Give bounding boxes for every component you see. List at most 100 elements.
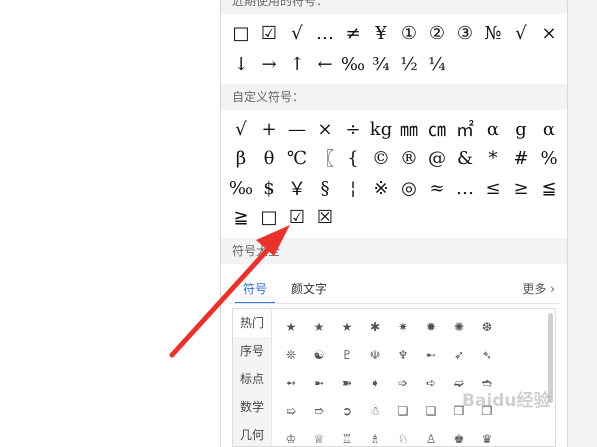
symbol-cell[interactable]: α <box>479 114 507 144</box>
library-symbol-cell[interactable]: ❑ <box>417 397 445 425</box>
symbol-cell[interactable]: α <box>535 114 563 144</box>
symbol-cell[interactable]: √ <box>507 18 535 48</box>
symbol-cell[interactable]: ↑ <box>283 49 311 79</box>
category-hot[interactable]: 热门 <box>233 309 271 337</box>
symbol-cell[interactable]: ￥ <box>283 173 311 203</box>
symbol-cell[interactable]: ≤ <box>479 173 507 203</box>
library-symbol-cell[interactable]: ✺ <box>445 313 473 341</box>
symbol-cell[interactable]: β <box>227 143 255 173</box>
symbol-cell[interactable]: © <box>367 143 395 173</box>
library-symbol-cell[interactable]: ➽ <box>333 369 361 397</box>
symbol-cell[interactable]: ℃ <box>283 143 311 173</box>
symbol-cell[interactable]: ↓ <box>227 49 255 79</box>
library-symbol-cell[interactable]: ★ <box>333 313 361 341</box>
library-symbol-cell[interactable]: ✱ <box>361 313 389 341</box>
symbol-cell[interactable]: × <box>311 114 339 144</box>
symbol-cell[interactable]: ㎜ <box>395 114 423 144</box>
symbol-cell[interactable]: ← <box>311 49 339 79</box>
symbol-cell[interactable]: § <box>311 173 339 203</box>
library-symbol-cell[interactable]: ♘ <box>389 425 417 446</box>
library-symbol-cell[interactable]: ➩ <box>389 369 417 397</box>
library-symbol-cell[interactable]: ★ <box>305 313 333 341</box>
library-symbol-cell[interactable] <box>501 425 529 446</box>
category-geometry[interactable]: 几何 <box>233 421 271 446</box>
symbol-cell[interactable]: + <box>255 114 283 144</box>
symbol-cell[interactable]: ® <box>395 143 423 173</box>
library-symbol-cell[interactable]: ♔ <box>277 425 305 446</box>
symbol-cell[interactable]: … <box>311 18 339 48</box>
library-symbol-cell[interactable]: ♗ <box>361 425 389 446</box>
symbol-cell[interactable]: ☒ <box>311 202 339 232</box>
symbol-cell[interactable]: ‰ <box>227 173 255 203</box>
symbol-cell[interactable]: ≈ <box>423 173 451 203</box>
symbol-cell[interactable]: ¼ <box>423 49 451 79</box>
library-symbol-cell[interactable]: ♛ <box>473 425 501 446</box>
library-symbol-cell[interactable]: ☯ <box>305 341 333 369</box>
symbol-cell[interactable]: * <box>479 143 507 173</box>
symbol-cell[interactable]: ◎ <box>395 173 423 203</box>
symbol-cell[interactable]: √ <box>283 18 311 48</box>
tab-emoticons[interactable]: 颜文字 <box>289 276 329 304</box>
library-symbol-cell[interactable]: ➼ <box>305 369 333 397</box>
library-symbol-cell[interactable]: ➯ <box>277 397 305 425</box>
symbol-cell[interactable]: % <box>535 143 563 173</box>
symbol-cell[interactable]: ※ <box>367 173 395 203</box>
library-symbol-cell[interactable]: ♙ <box>417 425 445 446</box>
symbol-cell[interactable]: ㎡ <box>451 114 479 144</box>
symbol-cell[interactable]: ≠ <box>339 18 367 48</box>
symbol-cell[interactable]: & <box>451 143 479 173</box>
symbol-cell[interactable]: √ <box>227 114 255 144</box>
symbol-cell[interactable]: $ <box>255 173 283 203</box>
library-symbol-cell[interactable]: ♖ <box>333 425 361 446</box>
symbol-cell[interactable]: № <box>479 18 507 48</box>
category-punctuation[interactable]: 标点 <box>233 365 271 393</box>
symbol-cell[interactable]: □ <box>227 18 255 48</box>
symbol-cell[interactable]: @ <box>423 143 451 173</box>
symbol-cell[interactable]: { <box>339 143 367 173</box>
symbol-cell[interactable]: θ <box>255 143 283 173</box>
symbol-cell[interactable]: ② <box>423 18 451 48</box>
library-symbol-cell[interactable]: ❊ <box>277 341 305 369</box>
symbol-cell[interactable]: # <box>507 143 535 173</box>
library-symbol-cell[interactable]: ➶ <box>445 341 473 369</box>
symbol-cell[interactable]: ¥ <box>367 18 395 48</box>
library-symbol-cell[interactable]: ➱ <box>305 397 333 425</box>
more-button[interactable]: 更多 › <box>522 276 555 304</box>
symbol-cell[interactable]: ≦ <box>535 173 563 203</box>
library-symbol-cell[interactable] <box>501 341 529 369</box>
symbol-cell[interactable]: ① <box>395 18 423 48</box>
symbol-cell[interactable]: → <box>255 49 283 79</box>
library-symbol-cell[interactable] <box>501 313 529 341</box>
library-symbol-cell[interactable]: ➲ <box>333 397 361 425</box>
library-symbol-cell[interactable]: ✷ <box>389 313 417 341</box>
library-symbol-cell[interactable]: ❏ <box>389 397 417 425</box>
category-serial[interactable]: 序号 <box>233 337 271 365</box>
symbol-cell[interactable]: ¦ <box>339 173 367 203</box>
library-symbol-cell[interactable]: ❆ <box>473 313 501 341</box>
library-symbol-cell[interactable]: ➧ <box>361 369 389 397</box>
library-symbol-cell[interactable]: ☃ <box>361 397 389 425</box>
symbol-cell[interactable]: … <box>451 173 479 203</box>
symbol-cell[interactable]: × <box>535 18 563 48</box>
symbol-cell[interactable]: ☑ <box>255 18 283 48</box>
symbol-cell[interactable]: ③ <box>451 18 479 48</box>
library-symbol-cell[interactable]: ✹ <box>417 313 445 341</box>
library-symbol-cell[interactable]: ♚ <box>445 425 473 446</box>
category-math[interactable]: 数学 <box>233 393 271 421</box>
library-symbol-cell[interactable]: ♆ <box>389 341 417 369</box>
symbol-cell[interactable]: ‰ <box>339 49 367 79</box>
tab-symbols[interactable]: 符号 <box>235 276 275 304</box>
library-symbol-cell[interactable]: ➴ <box>473 341 501 369</box>
symbol-cell[interactable]: ÷ <box>339 114 367 144</box>
symbol-cell[interactable]: ☑ <box>283 202 311 232</box>
library-symbol-cell[interactable]: ★ <box>277 313 305 341</box>
library-symbol-cell[interactable]: ➪ <box>417 369 445 397</box>
document-page[interactable] <box>0 0 220 447</box>
library-symbol-cell[interactable]: ☫ <box>361 341 389 369</box>
library-symbol-cell[interactable]: ♕ <box>305 425 333 446</box>
symbol-cell[interactable]: ≧ <box>227 202 255 232</box>
symbol-cell[interactable]: ≥ <box>507 173 535 203</box>
symbol-cell[interactable]: ½ <box>395 49 423 79</box>
library-symbol-cell[interactable]: ♇ <box>333 341 361 369</box>
library-symbol-cell[interactable]: ➸ <box>417 341 445 369</box>
